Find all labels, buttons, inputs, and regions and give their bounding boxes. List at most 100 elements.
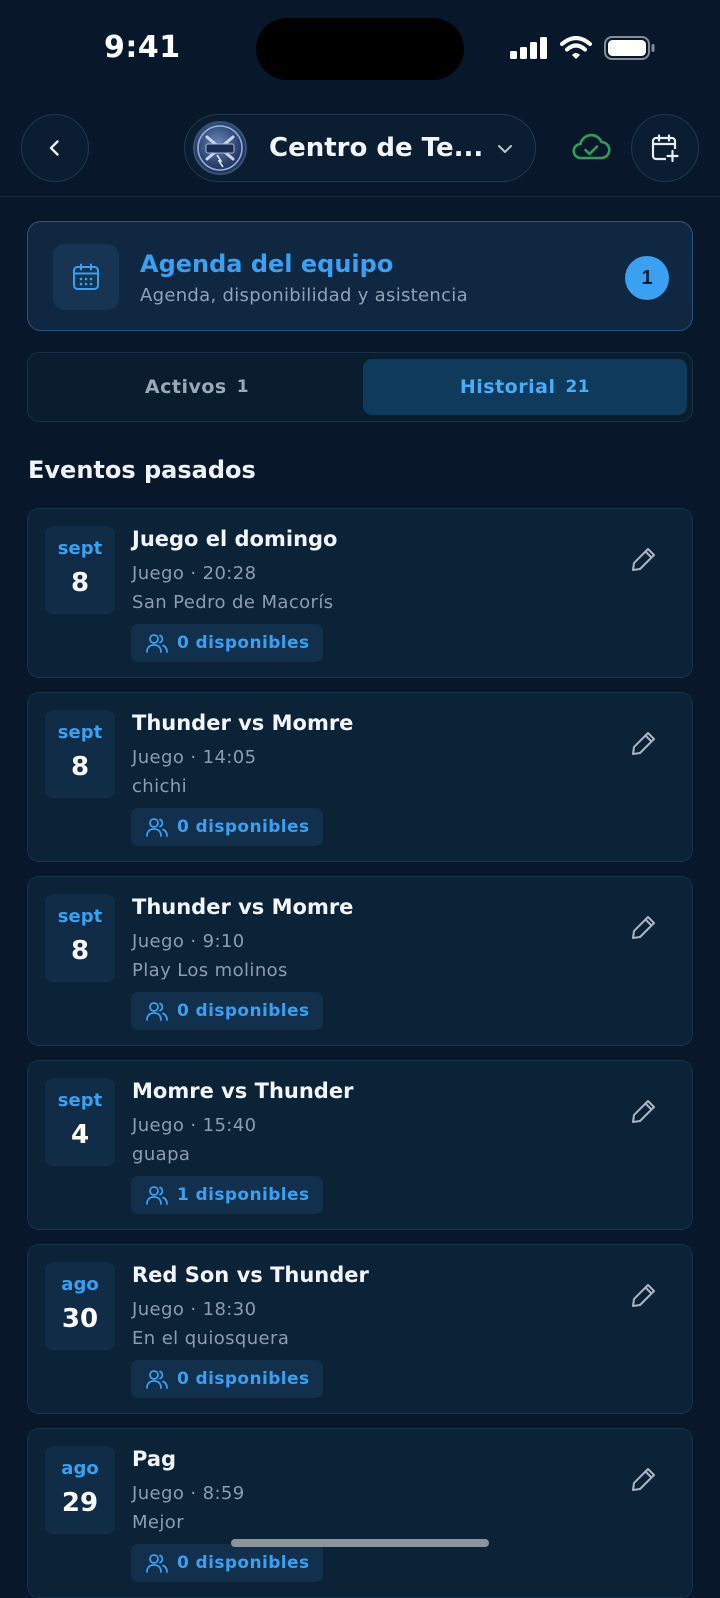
calendar-plus-icon [651,134,680,163]
event-card[interactable]: sept 4 Momre vs Thunder Juego · 15:40 gu… [27,1060,693,1230]
team-agenda-card[interactable]: Agenda del equipo Agenda, disponibilidad… [27,221,693,331]
event-title: Thunder vs Momre [132,711,354,735]
users-icon [146,1186,168,1205]
event-meta: Juego · 15:40 [132,1115,257,1136]
date-day: 29 [61,1488,99,1518]
users-icon [146,1554,168,1573]
chevron-left-icon [49,140,59,156]
tab-historial[interactable]: Historial 21 [363,359,687,415]
edit-button[interactable] [626,1461,662,1497]
event-meta: Juego · 18:30 [132,1299,257,1320]
event-location: San Pedro de Macorís [132,592,334,613]
event-title: Red Son vs Thunder [132,1263,369,1287]
availability-text: 0 disponibles [177,1001,310,1021]
add-event-button[interactable] [631,114,699,182]
edit-button[interactable] [626,1093,662,1129]
date-month: sept [57,1090,103,1111]
pencil-icon [632,1100,655,1123]
event-card[interactable]: sept 8 Thunder vs Momre Juego · 9:10 Pla… [27,876,693,1046]
date-month: ago [61,1458,99,1479]
date-box: sept 8 [45,894,115,982]
status-icons [510,36,656,60]
chevron-down-icon [498,145,512,153]
agenda-icon-box [53,244,119,310]
date-month: sept [57,906,103,927]
availability-text: 1 disponibles [177,1185,310,1205]
battery-icon [604,36,655,60]
team-selector[interactable]: Centro de Te... [184,114,536,182]
date-month: sept [57,722,103,743]
event-card[interactable]: ago 29 Pag Juego · 8:59 Mejor 0 disponib… [27,1428,693,1598]
edit-button[interactable] [626,541,662,577]
event-meta: Juego · 9:10 [132,931,245,952]
availability-badge[interactable]: 0 disponibles [131,992,324,1030]
availability-badge[interactable]: 0 disponibles [131,1360,324,1398]
agenda-subtitle: Agenda, disponibilidad y asistencia [140,285,468,306]
users-icon [146,818,168,837]
event-tabs: Activos 1 Historial 21 [27,352,693,422]
event-location: En el quiosquera [132,1328,290,1349]
availability-badge[interactable]: 1 disponibles [131,1176,324,1214]
event-location: Play Los molinos [132,960,288,981]
date-day: 30 [61,1304,99,1334]
event-meta: Juego · 20:28 [132,563,257,584]
users-icon [146,634,168,653]
availability-text: 0 disponibles [177,633,310,653]
users-icon [146,1002,168,1021]
event-card[interactable]: ago 30 Red Son vs Thunder Juego · 18:30 … [27,1244,693,1414]
edit-button[interactable] [626,1277,662,1313]
status-time: 9:41 [104,30,181,65]
date-box: sept 4 [45,1078,115,1166]
tab-activos[interactable]: Activos 1 [34,359,360,415]
date-month: sept [57,538,103,559]
event-location: Mejor [132,1512,185,1533]
date-day: 4 [70,1120,90,1150]
event-meta: Juego · 14:05 [132,747,257,768]
date-month: ago [61,1274,99,1295]
event-meta: Juego · 8:59 [132,1483,245,1504]
availability-badge[interactable]: 0 disponibles [131,1544,324,1582]
event-location: chichi [132,776,188,797]
edit-button[interactable] [626,725,662,761]
event-location: guapa [132,1144,191,1165]
availability-text: 0 disponibles [177,1369,310,1389]
tab-count: 1 [236,377,250,397]
pencil-icon [632,916,655,939]
users-icon [146,1370,168,1389]
dynamic-island [256,18,464,80]
availability-badge[interactable]: 0 disponibles [131,624,324,662]
edit-button[interactable] [626,909,662,945]
pencil-icon [632,732,655,755]
agenda-title: Agenda del equipo [140,250,394,278]
status-bar: 9:41 [0,0,720,98]
date-day: 8 [70,568,90,598]
app-header: Centro de Te... [0,98,720,197]
tab-label: Activos [144,376,227,398]
section-title: Eventos pasados [28,456,256,484]
team-logo [193,121,247,175]
calendar-icon [73,263,99,290]
availability-badge[interactable]: 0 disponibles [131,808,324,846]
availability-text: 0 disponibles [177,1553,310,1573]
availability-text: 0 disponibles [177,817,310,837]
cloud-check-icon [572,133,611,160]
agenda-count-badge: 1 [625,256,669,300]
event-title: Juego el domingo [132,527,338,551]
event-title: Pag [132,1447,177,1471]
date-box: ago 29 [45,1446,115,1534]
signal-icon [510,37,547,59]
wifi-icon [560,36,592,59]
date-box: sept 8 [45,526,115,614]
team-name: Centro de Te... [269,133,484,163]
event-card[interactable]: sept 8 Thunder vs Momre Juego · 14:05 ch… [27,692,693,862]
pencil-icon [632,1468,655,1491]
date-box: sept 8 [45,710,115,798]
event-card[interactable]: sept 8 Juego el domingo Juego · 20:28 Sa… [27,508,693,678]
date-box: ago 30 [45,1262,115,1350]
date-day: 8 [70,752,90,782]
back-button[interactable] [21,114,89,182]
tab-count: 21 [565,377,591,397]
pencil-icon [632,1284,655,1307]
pencil-icon [632,548,655,571]
home-indicator[interactable] [231,1539,489,1547]
